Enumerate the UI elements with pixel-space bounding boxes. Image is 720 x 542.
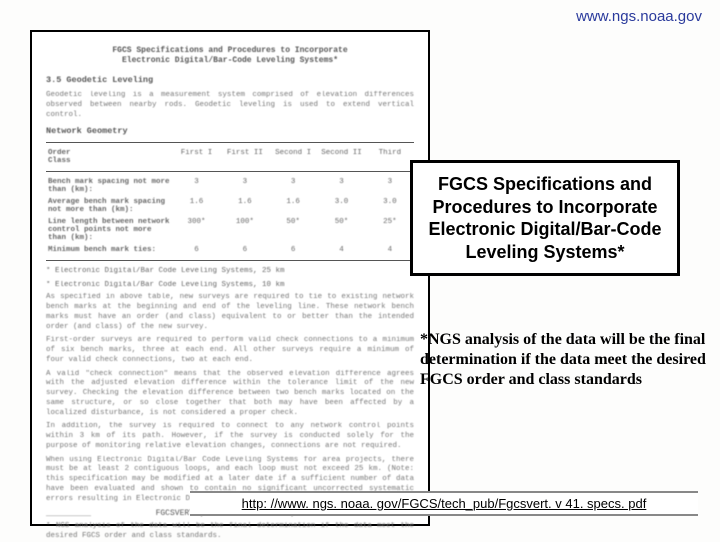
subheading-network-geometry: Network Geometry	[46, 126, 414, 136]
spec-table-body: Bench mark spacing not more than (km):33…	[46, 176, 414, 256]
intro-paragraph: Geodetic leveling is a measurement syste…	[46, 91, 414, 120]
row-value: 4	[317, 244, 365, 256]
hdr-c5: Third	[366, 147, 414, 167]
doc-asterisk-note: * NGS analysis of the data will be the f…	[46, 522, 414, 542]
row-label: Minimum bench mark ties:	[46, 244, 172, 256]
row-value: 3	[172, 176, 220, 196]
row-value: 1.6	[221, 196, 269, 216]
hdr-order: Order	[48, 149, 71, 157]
row-value: 3	[269, 176, 317, 196]
row-value: 50*	[269, 216, 317, 244]
row-value: 6	[269, 244, 317, 256]
row-value: 1.6	[269, 196, 317, 216]
table-row: Bench mark spacing not more than (km):33…	[46, 176, 414, 196]
row-value: 50*	[317, 216, 365, 244]
table-footnote-2: * Electronic Digital/Bar Code Leveling S…	[46, 281, 414, 289]
hdr-c3: Second I	[269, 147, 317, 167]
doc-title-line2: Electronic Digital/Bar-Code Leveling Sys…	[122, 56, 338, 65]
hdr-class: Class	[48, 157, 71, 165]
row-value: 100*	[221, 216, 269, 244]
row-value: 4	[366, 244, 414, 256]
table-footnote-1: * Electronic Digital/Bar Code Leveling S…	[46, 267, 414, 275]
rule	[46, 142, 414, 143]
doc-title-line1: FGCS Specifications and Procedures to In…	[112, 46, 347, 55]
analysis-footnote: *NGS analysis of the data will be the fi…	[420, 330, 710, 390]
rule	[46, 260, 414, 261]
body-paragraph: First-order surveys are required to perf…	[46, 336, 414, 365]
row-value: 300*	[172, 216, 220, 244]
rule	[46, 171, 414, 172]
table-row: Average bench mark spacing not more than…	[46, 196, 414, 216]
row-value: 3.0	[366, 196, 414, 216]
pdf-link[interactable]: http: //www. ngs. noaa. gov/FGCS/tech_pu…	[190, 491, 698, 516]
row-value: 6	[221, 244, 269, 256]
background-document: FGCS Specifications and Procedures to In…	[30, 30, 430, 526]
row-value: 6	[172, 244, 220, 256]
row-value: 3	[221, 176, 269, 196]
body-paragraph: In addition, the survey is required to c…	[46, 422, 414, 451]
row-label: Line length between network control poin…	[46, 216, 172, 244]
row-label: Average bench mark spacing not more than…	[46, 196, 172, 216]
row-value: 3	[366, 176, 414, 196]
hdr-c2: First II	[221, 147, 269, 167]
doc-title: FGCS Specifications and Procedures to In…	[46, 46, 414, 65]
table-row: Minimum bench mark ties:66644	[46, 244, 414, 256]
body-paragraph: A valid "check connection" means that th…	[46, 370, 414, 419]
row-value: 25*	[366, 216, 414, 244]
row-value: 3.0	[317, 196, 365, 216]
hdr-c1: First I	[172, 147, 220, 167]
row-label: Bench mark spacing not more than (km):	[46, 176, 172, 196]
table-header-row: OrderClass First I First II Second I Sec…	[46, 147, 414, 167]
top-url: www.ngs.noaa.gov	[576, 8, 702, 25]
row-value: 3	[317, 176, 365, 196]
body-paragraph: As specified in above table, new surveys…	[46, 293, 414, 332]
hdr-c4: Second II	[317, 147, 365, 167]
section-heading: 3.5 Geodetic Leveling	[46, 75, 414, 85]
callout-title-box: FGCS Specifications and Procedures to In…	[410, 160, 680, 276]
spec-table: OrderClass First I First II Second I Sec…	[46, 147, 414, 167]
row-value: 1.6	[172, 196, 220, 216]
table-row: Line length between network control poin…	[46, 216, 414, 244]
